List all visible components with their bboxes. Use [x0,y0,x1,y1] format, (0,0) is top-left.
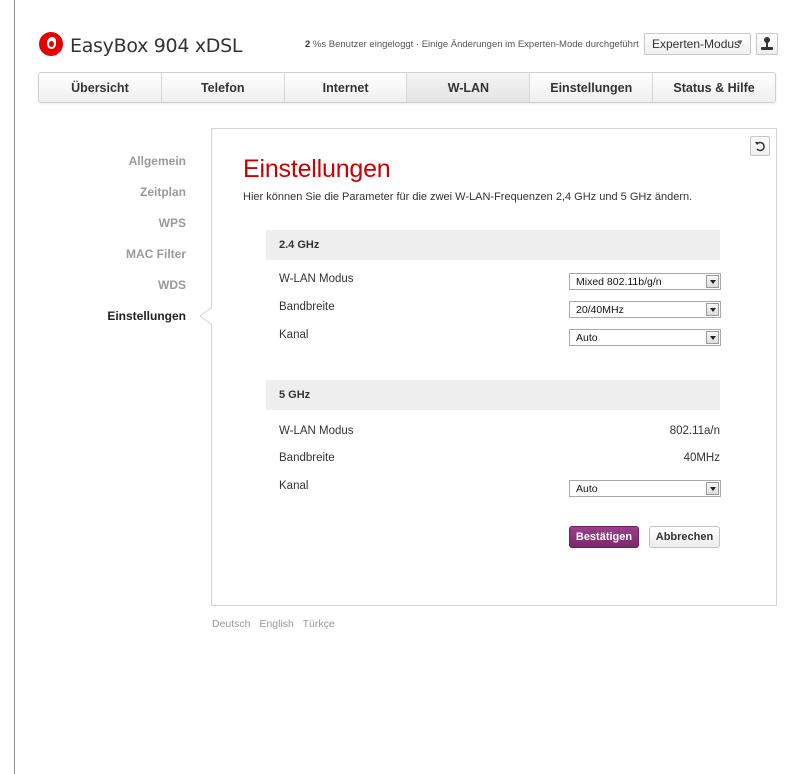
tab-einstellungen[interactable]: Einstellungen [530,73,654,102]
sidebar-item-wds[interactable]: WDS [60,274,186,305]
tab-wlan[interactable]: W-LAN [407,73,531,102]
kanal-value-24: Auto [576,332,598,344]
cancel-button[interactable]: Abbrechen [649,526,720,548]
main-nav: Übersicht Telefon Internet W-LAN Einstel… [38,72,776,103]
wlan-modus-label-5: W-LAN Modus [279,425,354,437]
sidebar-item-zeitplan[interactable]: Zeitplan [60,181,186,212]
vodafone-logo-icon [39,32,63,56]
mode-select-value: Experten-Modus [652,37,741,51]
user-icon [761,37,773,50]
user-button[interactable] [756,33,778,55]
page-description: Hier können Sie die Parameter für die zw… [243,191,693,203]
bandbreite-value-24: 20/40MHz [576,304,624,316]
page-title: Einstellungen [243,155,391,183]
wlan-modus-value-24: Mixed 802.11b/g/n [576,276,662,288]
tab-uebersicht[interactable]: Übersicht [39,73,162,102]
tab-internet[interactable]: Internet [285,73,408,102]
sidebar: Allgemein Zeitplan WPS MAC Filter WDS Ei… [60,150,186,336]
wlan-modus-label-24: W-LAN Modus [279,273,354,285]
tab-telefon[interactable]: Telefon [162,73,285,102]
window-border [14,0,15,774]
chevron-down-icon [706,331,719,344]
chevron-down-icon [706,275,719,288]
language-switcher: Deutsch English Türkçe [212,618,341,630]
language-link-english[interactable]: English [259,618,293,630]
kanal-label-5: Kanal [279,480,309,492]
kanal-select-5[interactable]: Auto [569,480,721,497]
sidebar-item-allgemein[interactable]: Allgemein [60,150,186,181]
login-status: 2 %s Benutzer eingeloggt · Einige Änderu… [305,39,639,50]
chevron-down-icon [706,482,719,495]
language-link-deutsch[interactable]: Deutsch [212,618,251,630]
kanal-label-24: Kanal [279,329,309,341]
undo-icon [755,141,765,152]
status-message: %s Benutzer eingeloggt · Einige Änderung… [310,39,639,50]
chevron-down-icon [706,303,719,316]
app-title: EasyBox 904 xDSL [70,35,243,57]
chevron-down-icon: ▼ [736,38,744,47]
kanal-select-24[interactable]: Auto [569,329,721,346]
sidebar-item-wps[interactable]: WPS [60,212,186,243]
wlan-modus-select-24[interactable]: Mixed 802.11b/g/n [569,273,721,290]
sidebar-item-einstellungen[interactable]: Einstellungen [60,305,186,336]
sidebar-item-mac-filter[interactable]: MAC Filter [60,243,186,274]
bandbreite-label-5: Bandbreite [279,452,335,464]
section-heading-5ghz: 5 GHz [266,380,720,410]
confirm-button[interactable]: Bestätigen [569,526,639,548]
bandbreite-value-5: 40MHz [683,452,720,464]
bandbreite-select-24[interactable]: 20/40MHz [569,301,721,318]
language-link-tuerkce[interactable]: Türkçe [303,618,335,630]
kanal-value-5: Auto [576,483,598,495]
wlan-modus-value-5: 802.11a/n [669,425,720,437]
tab-status-hilfe[interactable]: Status & Hilfe [653,73,775,102]
reset-button[interactable] [750,136,770,156]
bandbreite-label-24: Bandbreite [279,301,335,313]
section-heading-24ghz: 2.4 GHz [266,230,720,260]
active-pointer [200,307,212,325]
mode-select[interactable]: Experten-Modus ▼ [644,33,751,55]
